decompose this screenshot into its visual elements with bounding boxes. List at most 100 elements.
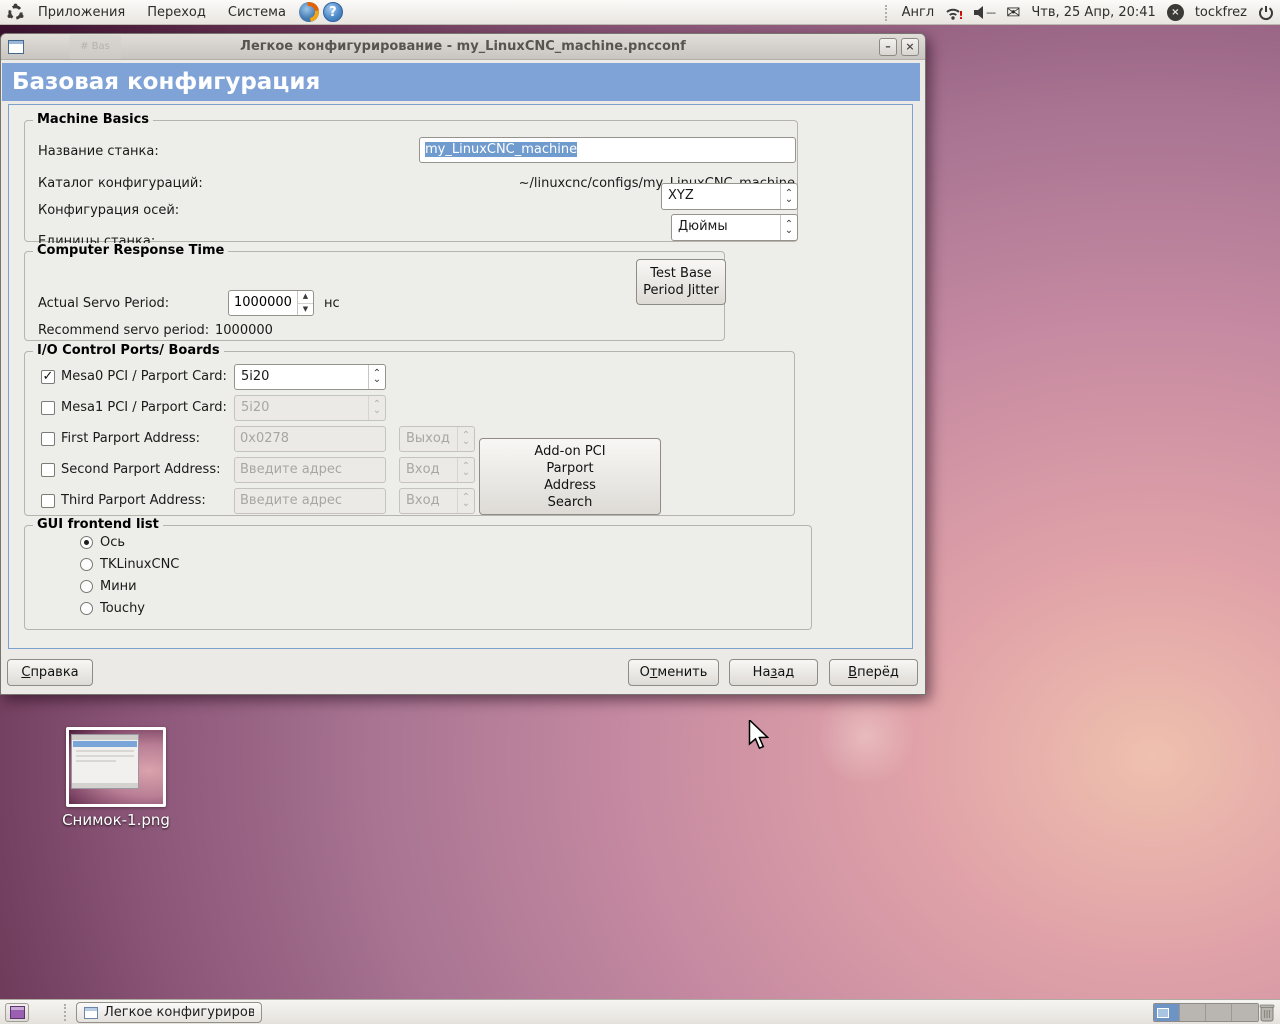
show-desktop-button[interactable]	[5, 1003, 29, 1022]
network-wifi-icon[interactable]: !	[945, 5, 963, 20]
machine-units-select[interactable]: Дюймы ⌃ ⌄	[671, 214, 798, 241]
workspace-1[interactable]	[1154, 1004, 1180, 1021]
addon-pci-search-button[interactable]: Add-on PCI Parport Address Search	[479, 438, 661, 515]
close-button[interactable]: ×	[901, 38, 919, 56]
recommend-servo-label: Recommend servo period:	[38, 323, 210, 338]
taskbar-window-button[interactable]: Легкое конфигурирован...	[76, 1002, 262, 1023]
gui-frontend-legend: GUI frontend list	[33, 517, 163, 532]
combo-value: 5i20	[241, 400, 270, 415]
window-titlebar[interactable]: # Bas Легкое конфигурирование - my_Linux…	[1, 34, 925, 60]
radio-axis[interactable]	[80, 536, 93, 549]
content-panel: Machine Basics Название станка: my_Linux…	[8, 104, 913, 649]
selected-text: my_LinuxCNC_machine	[425, 142, 578, 157]
first-parport-checkbox[interactable]	[41, 432, 55, 446]
recommend-servo-value: 1000000	[215, 323, 273, 338]
task-window-label: Легкое конфигурирован...	[104, 1005, 254, 1020]
combo-value: Вход	[406, 462, 440, 477]
volume-level-dashes: ---	[986, 6, 996, 19]
second-parport-direction-select: Вход ⌃ ⌄	[399, 457, 475, 483]
first-parport-address-input: 0x0278	[234, 426, 386, 452]
third-parport-checkbox[interactable]	[41, 494, 55, 508]
firefox-launcher-icon[interactable]	[298, 2, 319, 22]
workspace-2[interactable]	[1180, 1004, 1206, 1021]
volume-icon[interactable]: ---	[974, 6, 996, 19]
desktop-file-label[interactable]: Снимок-1.png	[36, 811, 196, 829]
me-menu-icon[interactable]: ×	[1166, 4, 1184, 21]
menu-system[interactable]: Система	[219, 2, 295, 23]
panel-drag-handle[interactable]	[884, 4, 889, 21]
third-parport-label: Third Parport Address:	[61, 493, 206, 508]
chevron-updown-icon: ⌃ ⌄	[780, 215, 797, 240]
page-title: Базовая конфигурация	[2, 63, 920, 101]
desktop-file-icon[interactable]	[66, 727, 166, 807]
window-title: Легкое конфигурирование - my_LinuxCNC_ma…	[240, 39, 686, 54]
mesa0-label: Mesa0 PCI / Parport Card:	[61, 369, 227, 384]
clock[interactable]: Чтв, 25 Апр, 20:41	[1031, 5, 1155, 20]
second-parport-checkbox[interactable]	[41, 463, 55, 477]
ubuntu-logo-icon[interactable]	[6, 3, 25, 22]
combo-value: 5i20	[241, 369, 270, 384]
menu-places[interactable]: Переход	[138, 2, 215, 23]
spinner-arrows[interactable]: ▲ ▼	[296, 291, 313, 315]
io-row-third-parport: Third Parport Address: Введите адрес Вхо…	[25, 488, 794, 514]
show-desktop-icon	[9, 1006, 25, 1019]
test-base-period-jitter-button[interactable]: Test Base Period Jitter	[636, 259, 726, 305]
servo-period-label: Actual Servo Period:	[38, 296, 170, 311]
combo-value: Дюймы	[678, 219, 728, 234]
response-time-frame: Computer Response Time Test Base Period …	[24, 243, 726, 341]
workspace-4[interactable]	[1232, 1004, 1258, 1021]
first-parport-label: First Parport Address:	[61, 431, 200, 446]
mesa0-card-select[interactable]: 5i20 ⌃ ⌄	[234, 364, 386, 390]
minimize-button[interactable]: –	[879, 38, 897, 56]
combo-value: Выход	[406, 431, 450, 446]
radio-tklinuxcnc-label[interactable]: TKLinuxCNC	[100, 557, 179, 572]
menu-applications[interactable]: Приложения	[29, 2, 134, 23]
io-ports-frame: I/O Control Ports/ Boards ✓ Mesa0 PCI / …	[24, 343, 795, 516]
radio-mini-label[interactable]: Мини	[100, 579, 137, 594]
forward-button[interactable]: Вперёд	[829, 659, 918, 686]
axes-config-select[interactable]: XYZ ⌃ ⌄	[661, 183, 798, 210]
radio-mini[interactable]	[80, 580, 93, 593]
pncconf-window: # Bas Легкое конфигурирование - my_Linux…	[0, 33, 926, 695]
back-button[interactable]: Назад	[729, 659, 818, 686]
help-launcher-icon[interactable]: ?	[322, 2, 343, 22]
chevron-updown-icon: ⌃ ⌄	[457, 458, 474, 482]
mouse-cursor	[748, 720, 769, 750]
chevron-updown-icon: ⌃ ⌄	[457, 427, 474, 451]
machine-name-input[interactable]: my_LinuxCNC_machine	[419, 137, 796, 163]
chevron-updown-icon: ⌃ ⌄	[368, 396, 385, 420]
svg-text:!: !	[959, 9, 964, 20]
spin-up-icon: ▲	[297, 291, 313, 304]
response-time-legend: Computer Response Time	[33, 243, 229, 258]
servo-unit-label: нс	[324, 296, 340, 311]
io-row-second-parport: Second Parport Address: Введите адрес Вх…	[25, 457, 794, 483]
io-row-mesa0: ✓ Mesa0 PCI / Parport Card: 5i20 ⌃ ⌄	[25, 364, 794, 390]
axes-config-label: Конфигурация осей:	[38, 203, 180, 218]
spinner-value: 1000000	[234, 295, 292, 310]
tasklist-drag-handle[interactable]	[64, 1004, 69, 1021]
chevron-updown-icon: ⌃ ⌄	[368, 365, 385, 389]
mesa0-checkbox[interactable]: ✓	[41, 370, 55, 384]
first-parport-direction-select: Выход ⌃ ⌄	[399, 426, 475, 452]
help-button[interactable]: Справка	[7, 659, 93, 686]
machine-name-label: Название станка:	[38, 144, 159, 159]
mesa1-checkbox[interactable]	[41, 401, 55, 415]
keyboard-layout-indicator[interactable]: Англ	[902, 5, 935, 20]
username-menu[interactable]: tockfrez	[1195, 5, 1247, 20]
mail-envelope-icon[interactable]: ✉	[1006, 3, 1020, 23]
radio-axis-label[interactable]: Ось	[100, 535, 125, 550]
task-window-icon	[84, 1006, 98, 1019]
power-icon[interactable]	[1258, 5, 1274, 21]
top-panel: Приложения Переход Система ? Англ !	[0, 0, 1280, 25]
machine-basics-frame: Machine Basics Название станка: my_Linux…	[24, 112, 798, 249]
second-parport-address-input: Введите адрес	[234, 457, 386, 483]
cancel-button[interactable]: Отменить	[628, 659, 719, 686]
machine-basics-legend: Machine Basics	[33, 112, 154, 127]
servo-period-spinner[interactable]: 1000000 ▲ ▼	[228, 290, 314, 316]
radio-touchy[interactable]	[80, 602, 93, 615]
radio-tklinuxcnc[interactable]	[80, 558, 93, 571]
third-parport-direction-select: Вход ⌃ ⌄	[399, 488, 475, 514]
radio-touchy-label[interactable]: Touchy	[100, 601, 145, 616]
trash-icon[interactable]	[1258, 1002, 1276, 1023]
workspace-3[interactable]	[1206, 1004, 1232, 1021]
